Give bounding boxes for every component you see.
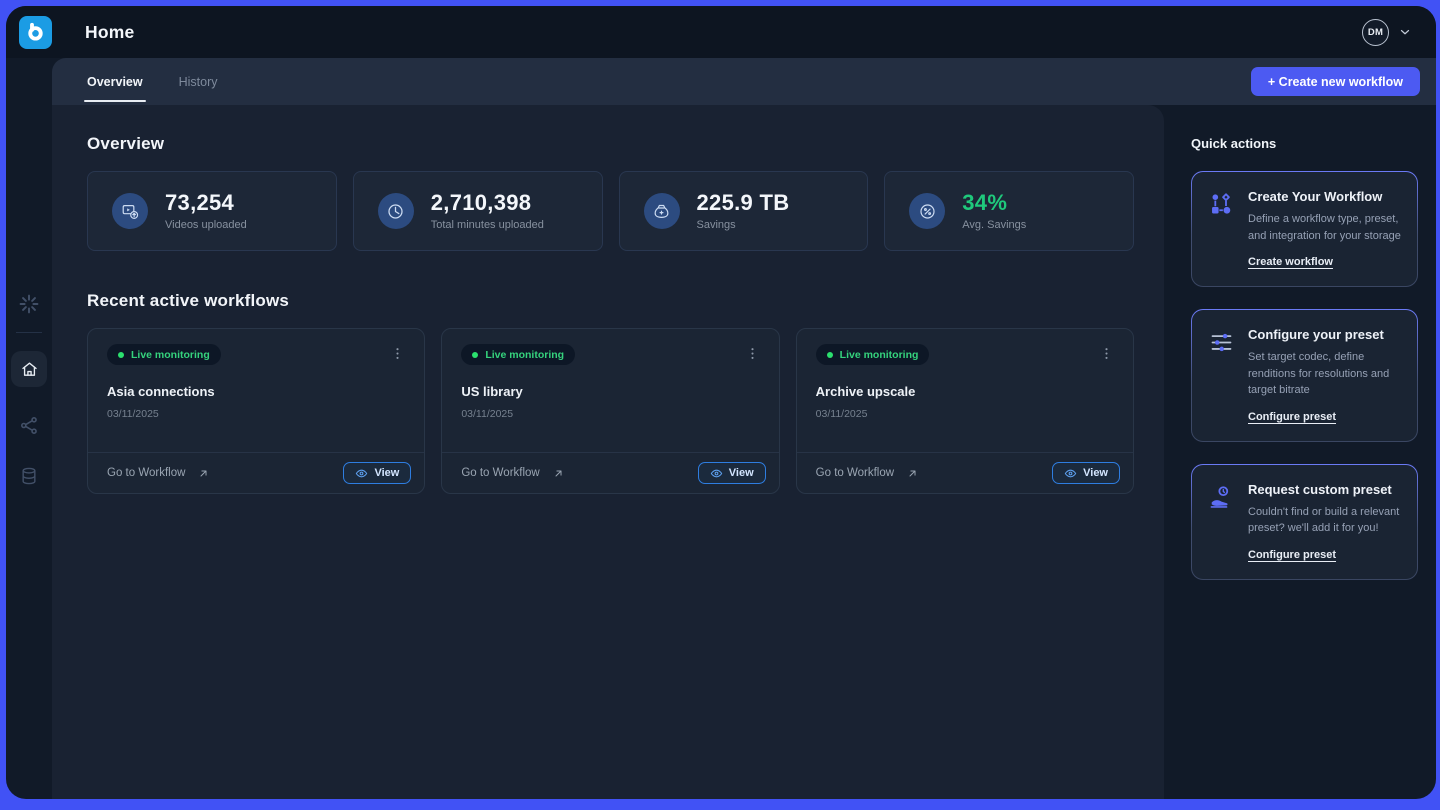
arrow-up-right-icon (198, 468, 209, 479)
page-title: Home (85, 22, 134, 43)
sparkle-icon[interactable] (18, 293, 40, 315)
kebab-menu-icon[interactable] (743, 344, 762, 363)
view-button[interactable]: View (1052, 462, 1120, 484)
workflows-heading: Recent active workflows (87, 291, 1134, 311)
quick-card-title: Create Your Workflow (1248, 189, 1403, 204)
workflow-cards-row: Live monitoring Asia connections 03/11/2… (87, 328, 1134, 494)
arrow-up-right-icon (553, 468, 564, 479)
stat-label: Savings (697, 219, 790, 231)
video-upload-icon (112, 193, 148, 229)
workflow-title: Asia connections (107, 384, 407, 399)
home-icon (20, 360, 39, 379)
stat-value: 225.9 TB (697, 191, 790, 214)
quick-actions-heading: Quick actions (1191, 136, 1418, 151)
configure-preset-link[interactable]: Configure preset (1248, 411, 1336, 423)
quick-action-card-create-workflow: Create Your Workflow Define a workflow t… (1191, 171, 1418, 287)
stat-card-avg-savings: 34% Avg. Savings (884, 171, 1134, 251)
workflow-title: US library (461, 384, 761, 399)
clock-icon (378, 193, 414, 229)
tab-overview[interactable]: Overview (87, 58, 143, 105)
tab-bar: Overview History + Create new workflow (52, 58, 1436, 105)
eye-icon (1064, 467, 1077, 480)
quick-card-title: Configure your preset (1248, 327, 1403, 342)
live-dot-icon (472, 352, 478, 358)
stat-card-videos: 73,254 Videos uploaded (87, 171, 337, 251)
status-badge: Live monitoring (107, 344, 221, 365)
stat-card-minutes: 2,710,398 Total minutes uploaded (353, 171, 603, 251)
create-new-workflow-button[interactable]: + Create new workflow (1251, 67, 1420, 96)
overview-heading: Overview (87, 134, 1134, 154)
quick-actions-panel: Quick actions (1164, 105, 1436, 799)
workflow-card: Live monitoring US library 03/11/2025 Go… (441, 328, 779, 494)
workflow-date: 03/11/2025 (461, 408, 761, 420)
chevron-down-icon (1398, 25, 1412, 39)
stat-label: Total minutes uploaded (431, 219, 544, 231)
brand-logo-icon (19, 16, 52, 49)
stat-value: 2,710,398 (431, 191, 544, 214)
app-window: Home DM (6, 6, 1436, 799)
workflow-card: Live monitoring Asia connections 03/11/2… (87, 328, 425, 494)
workflow-date: 03/11/2025 (816, 408, 1116, 420)
go-to-workflow-link[interactable]: Go to Workflow (816, 467, 918, 479)
go-to-workflow-link[interactable]: Go to Workflow (107, 467, 209, 479)
stat-label: Videos uploaded (165, 219, 247, 231)
stat-value: 73,254 (165, 191, 247, 214)
status-badge: Live monitoring (816, 344, 930, 365)
workflow-nodes-icon (1208, 189, 1235, 270)
tab-history[interactable]: History (179, 58, 218, 105)
quick-action-card-configure-preset: Configure your preset Set target codec, … (1191, 309, 1418, 442)
hand-coin-icon (1208, 482, 1235, 563)
rail-divider (16, 332, 42, 333)
sidebar-item-storage[interactable] (19, 466, 39, 486)
arrow-up-right-icon (907, 468, 918, 479)
main-panel: Overview (52, 105, 1164, 799)
money-bag-icon (644, 193, 680, 229)
stats-row: 73,254 Videos uploaded 2,710, (87, 171, 1134, 251)
quick-card-description: Define a workflow type, preset, and inte… (1248, 211, 1403, 244)
quick-card-description: Couldn't find or build a relevant preset… (1248, 504, 1403, 537)
workflow-title: Archive upscale (816, 384, 1116, 399)
status-badge: Live monitoring (461, 344, 575, 365)
live-dot-icon (118, 352, 124, 358)
eye-icon (355, 467, 368, 480)
quick-card-title: Request custom preset (1248, 482, 1403, 497)
sidebar-item-home[interactable] (11, 351, 47, 387)
workflow-date: 03/11/2025 (107, 408, 407, 420)
top-header: Home DM (6, 6, 1436, 58)
stat-value: 34% (962, 191, 1026, 214)
view-button[interactable]: View (698, 462, 766, 484)
percent-icon (909, 193, 945, 229)
configure-preset-link[interactable]: Configure preset (1248, 549, 1336, 561)
live-dot-icon (827, 352, 833, 358)
eye-icon (710, 467, 723, 480)
avatar[interactable]: DM (1362, 19, 1389, 46)
go-to-workflow-link[interactable]: Go to Workflow (461, 467, 563, 479)
sliders-icon (1208, 327, 1235, 425)
left-nav-rail (6, 58, 52, 799)
quick-card-description: Set target codec, define renditions for … (1248, 349, 1403, 399)
create-workflow-link[interactable]: Create workflow (1248, 256, 1333, 268)
stat-label: Avg. Savings (962, 219, 1026, 231)
workflow-card: Live monitoring Archive upscale 03/11/20… (796, 328, 1134, 494)
sidebar-item-workflows[interactable] (19, 415, 40, 436)
user-menu[interactable]: DM (1362, 19, 1412, 46)
stat-card-savings: 225.9 TB Savings (619, 171, 869, 251)
quick-action-card-request-preset: Request custom preset Couldn't find or b… (1191, 464, 1418, 580)
view-button[interactable]: View (343, 462, 411, 484)
kebab-menu-icon[interactable] (1097, 344, 1116, 363)
kebab-menu-icon[interactable] (388, 344, 407, 363)
